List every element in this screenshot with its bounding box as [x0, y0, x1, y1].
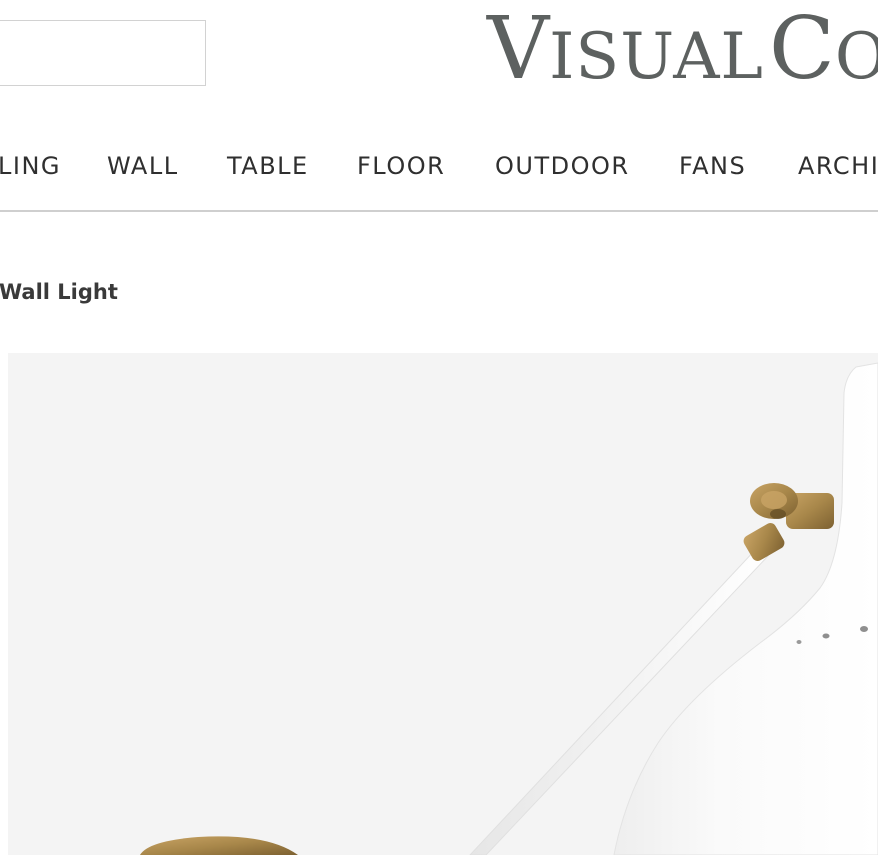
logo-word-co: O	[834, 20, 878, 94]
wall-light-illustration	[140, 362, 878, 855]
nav-item-floor[interactable]: FLOOR	[357, 152, 445, 180]
logo-initial-c: C	[769, 0, 835, 99]
logo-initial-v: V	[487, 0, 550, 99]
nav-item-architectural[interactable]: ARCHI	[798, 152, 878, 180]
page: VISUAL CO LING WALL TABLE FLOOR OUTDOOR …	[0, 0, 878, 855]
logo-word-visual: ISUAL	[549, 20, 764, 94]
vent-hole	[796, 640, 802, 644]
brass-wall-plate	[140, 836, 298, 855]
lamp-shade	[613, 362, 878, 855]
vent-hole	[860, 626, 868, 632]
vent-hole	[822, 633, 830, 639]
nav-item-ceiling[interactable]: LING	[0, 152, 61, 180]
search-input[interactable]	[0, 21, 205, 85]
product-image[interactable]	[8, 353, 878, 855]
brand-logo[interactable]: VISUAL CO	[487, 6, 878, 92]
search-box[interactable]	[0, 20, 206, 86]
nav-item-outdoor[interactable]: OUTDOOR	[495, 152, 630, 180]
nav-item-fans[interactable]: FANS	[679, 152, 746, 180]
nav-divider	[0, 210, 878, 212]
nav-item-table[interactable]: TABLE	[227, 152, 309, 180]
main-nav: LING WALL TABLE FLOOR OUTDOOR FANS ARCHI	[0, 140, 878, 190]
nav-item-wall[interactable]: WALL	[107, 152, 179, 180]
product-title: Wall Light	[0, 280, 118, 304]
